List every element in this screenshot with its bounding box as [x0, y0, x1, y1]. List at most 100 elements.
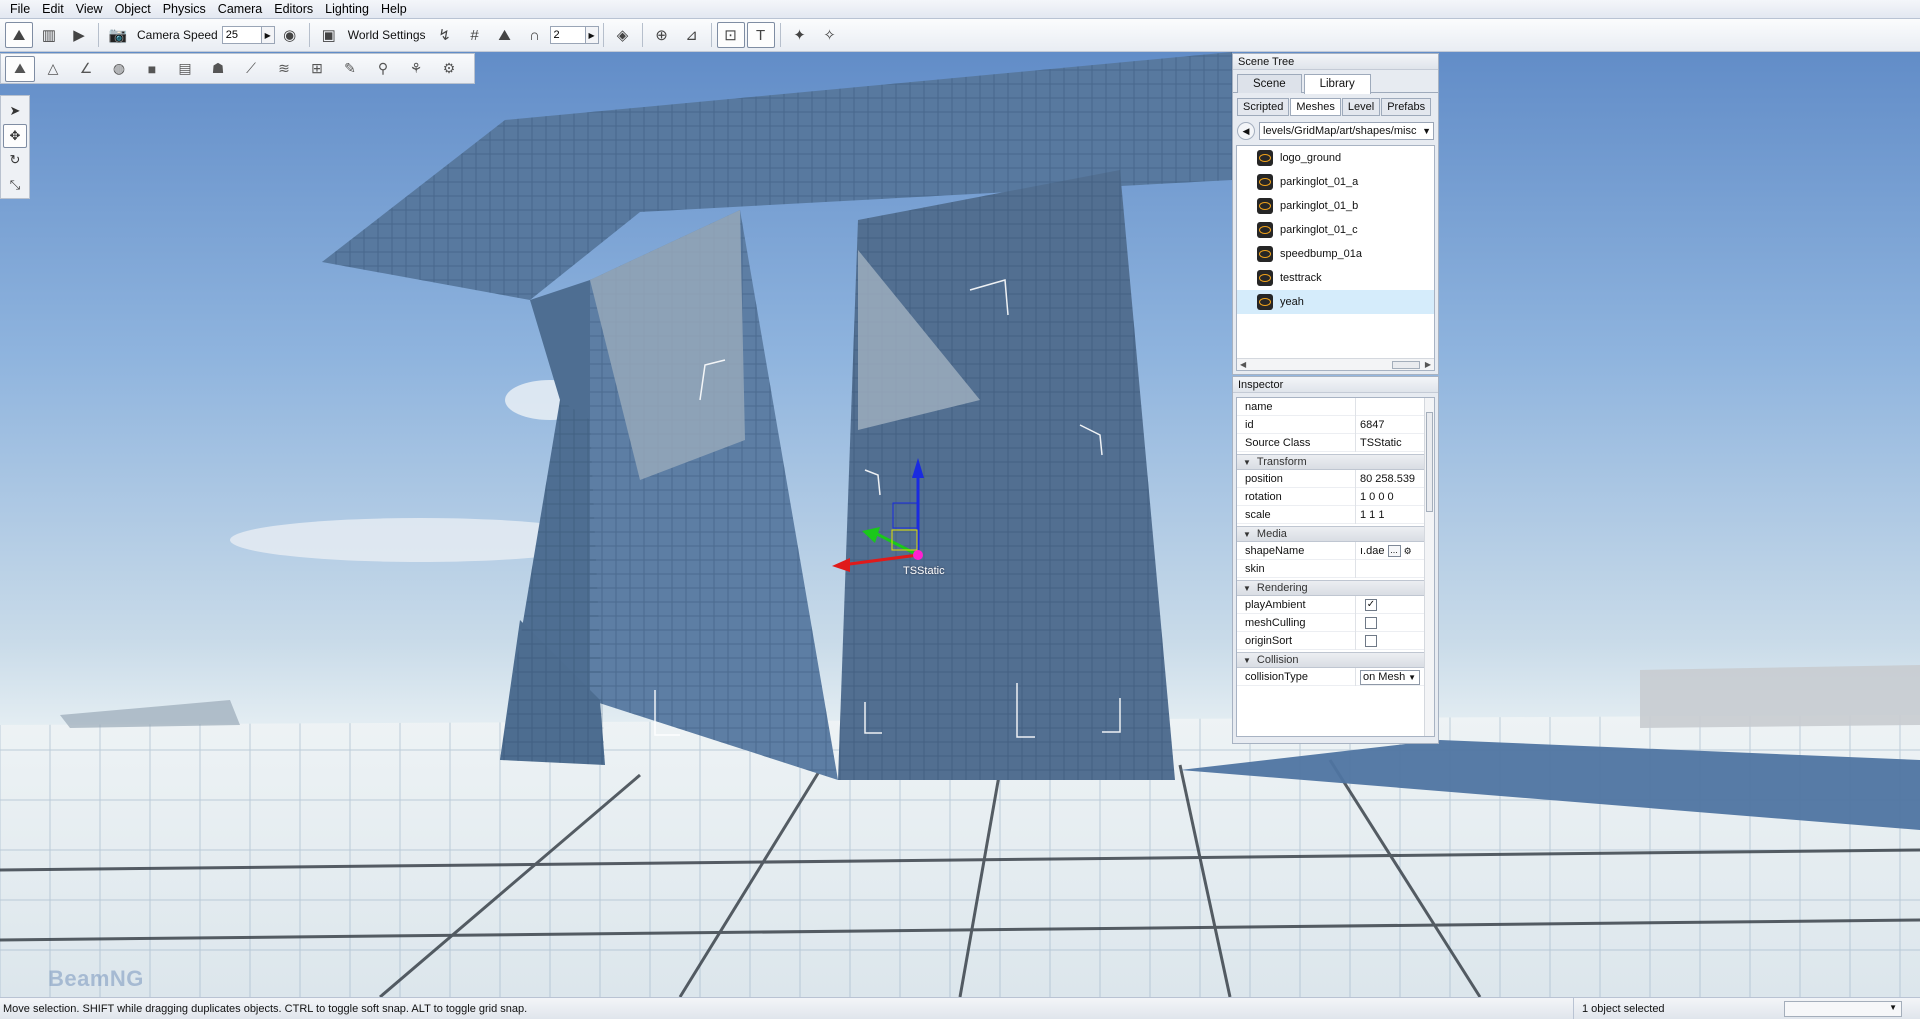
- terrain-snap-icon[interactable]: ⛰: [491, 22, 519, 48]
- chevron-down-icon[interactable]: ▼: [1422, 123, 1431, 139]
- field-position: position 80 258.539: [1237, 469, 1434, 488]
- camera-speed-spinner[interactable]: ▶: [261, 26, 275, 44]
- name-value[interactable]: [1356, 398, 1434, 416]
- text-icon[interactable]: T: [746, 22, 775, 48]
- grid-icon[interactable]: #: [461, 22, 489, 48]
- 3d-viewport[interactable]: TSStatic BeamNG: [0, 0, 1920, 1019]
- river-icon[interactable]: ☗: [203, 56, 233, 82]
- mesh-icon: [1257, 246, 1273, 262]
- inspector-scrollbar[interactable]: [1424, 398, 1434, 736]
- subtab-level[interactable]: Level: [1341, 98, 1381, 116]
- library-path-field[interactable]: levels/GridMap/art/shapes/misc ▼: [1259, 122, 1434, 140]
- subtab-scripted[interactable]: Scripted: [1237, 98, 1290, 116]
- list-item-label: parkinglot_01_c: [1280, 224, 1358, 236]
- camera-icon[interactable]: 📷: [104, 22, 132, 48]
- collision-type-select[interactable]: on Mesh ▼: [1360, 669, 1420, 685]
- new-level-icon[interactable]: ⛰: [5, 22, 33, 48]
- terrain-editor-icon[interactable]: △: [38, 56, 68, 82]
- shape-editor-icon[interactable]: ⚲: [368, 56, 398, 82]
- material-icon[interactable]: ▤: [170, 56, 200, 82]
- section-transform[interactable]: ▼ Transform: [1237, 454, 1434, 470]
- object-editor-icon[interactable]: ⛰: [5, 55, 35, 82]
- bird-icon[interactable]: ✧: [816, 22, 844, 48]
- world-settings-label[interactable]: World Settings: [348, 28, 426, 42]
- shape-name-value[interactable]: ı.dae: [1360, 545, 1384, 557]
- select-box-icon[interactable]: ⊡: [716, 22, 745, 48]
- status-dropdown[interactable]: ▼: [1784, 1000, 1902, 1017]
- toolbar-separator: [641, 23, 643, 47]
- menu-object[interactable]: Object: [109, 0, 157, 19]
- gizmo-icon[interactable]: ⊕: [648, 22, 676, 48]
- list-horizontal-scrollbar[interactable]: ◀ ▶: [1237, 358, 1434, 370]
- transform-tools: ➤ ✥ ↻ ⤡: [0, 95, 30, 199]
- navmesh-icon[interactable]: ⚘: [401, 56, 431, 82]
- road-icon[interactable]: ⟋: [236, 56, 266, 82]
- section-media[interactable]: ▼ Media: [1237, 526, 1434, 542]
- select-arrow-icon[interactable]: ➤: [3, 99, 27, 123]
- collapse-icon: ▼: [1243, 584, 1251, 593]
- particle-icon[interactable]: ⚙: [434, 56, 464, 82]
- list-item-selected[interactable]: yeah: [1237, 290, 1434, 314]
- tab-scene[interactable]: Scene: [1237, 74, 1302, 93]
- subtab-meshes[interactable]: Meshes: [1290, 98, 1341, 116]
- menu-view[interactable]: View: [70, 0, 109, 19]
- origin-sort-checkbox[interactable]: [1365, 634, 1377, 647]
- open-level-icon[interactable]: ▥: [35, 22, 63, 48]
- menu-help[interactable]: Help: [375, 0, 413, 19]
- browse-button[interactable]: ...: [1387, 544, 1401, 557]
- rotate-icon[interactable]: ↻: [3, 149, 27, 173]
- scroll-right-icon[interactable]: ▶: [1425, 359, 1431, 370]
- menu-physics[interactable]: Physics: [157, 0, 212, 19]
- camera-speed-input[interactable]: [221, 26, 262, 44]
- gear-icon[interactable]: ⚙: [1404, 546, 1412, 556]
- mesh-road-icon[interactable]: ≋: [269, 56, 299, 82]
- play-icon[interactable]: ▶: [65, 22, 93, 48]
- scale-icon[interactable]: ⤡: [3, 173, 27, 197]
- tab-library[interactable]: Library: [1303, 74, 1371, 94]
- list-item[interactable]: parkinglot_01_c: [1237, 218, 1434, 242]
- mesh-culling-checkbox[interactable]: [1365, 616, 1377, 629]
- chevron-down-icon: ▼: [1889, 1002, 1897, 1012]
- mesh-icon: [1257, 294, 1273, 310]
- subtab-prefabs[interactable]: Prefabs: [1381, 98, 1432, 116]
- fit-view-icon[interactable]: ▣: [315, 22, 343, 48]
- scroll-thumb[interactable]: [1392, 361, 1420, 369]
- list-item[interactable]: parkinglot_01_b: [1237, 194, 1434, 218]
- skin-value[interactable]: [1356, 560, 1434, 578]
- collapse-icon: ▼: [1243, 458, 1251, 467]
- back-icon[interactable]: ◀: [1237, 122, 1255, 140]
- object-icon[interactable]: ◈: [609, 22, 637, 48]
- grid-size-input[interactable]: [549, 26, 586, 44]
- scale-value[interactable]: 1 1 1: [1356, 506, 1434, 524]
- list-item[interactable]: speedbump_01a: [1237, 242, 1434, 266]
- library-pathbar: ◀ levels/GridMap/art/shapes/misc ▼: [1237, 121, 1434, 141]
- cube-icon[interactable]: ■: [137, 56, 167, 82]
- grid-size-spinner[interactable]: ▶: [585, 26, 599, 44]
- position-value[interactable]: 80 258.539: [1356, 470, 1434, 488]
- collapse-icon: ▼: [1243, 656, 1251, 665]
- forest-icon[interactable]: ✎: [335, 56, 365, 82]
- rotation-value[interactable]: 1 0 0 0: [1356, 488, 1434, 506]
- scroll-thumb[interactable]: [1426, 412, 1433, 512]
- vehicle-icon[interactable]: ✦: [786, 22, 814, 48]
- list-item[interactable]: logo_ground: [1237, 146, 1434, 170]
- play-ambient-checkbox[interactable]: ✓: [1365, 598, 1377, 611]
- section-rendering[interactable]: ▼ Rendering: [1237, 580, 1434, 596]
- eye-icon[interactable]: ◉: [276, 22, 304, 48]
- terrain-paint-icon[interactable]: ∠: [71, 56, 101, 82]
- section-collision[interactable]: ▼ Collision: [1237, 652, 1434, 668]
- list-item[interactable]: parkinglot_01_a: [1237, 170, 1434, 194]
- axis-icon[interactable]: ⊿: [678, 22, 706, 48]
- sphere-icon[interactable]: ◍: [104, 56, 134, 82]
- decal-icon[interactable]: ⊞: [302, 56, 332, 82]
- menu-camera[interactable]: Camera: [212, 0, 268, 19]
- menu-lighting[interactable]: Lighting: [319, 0, 375, 19]
- list-item[interactable]: testtrack: [1237, 266, 1434, 290]
- move-icon[interactable]: ✥: [3, 123, 27, 148]
- magnet-icon[interactable]: ∩: [521, 22, 549, 48]
- scroll-left-icon[interactable]: ◀: [1240, 359, 1246, 370]
- menu-editors[interactable]: Editors: [268, 0, 319, 19]
- menu-file[interactable]: File: [4, 0, 36, 19]
- snap-icon[interactable]: ↯: [431, 22, 459, 48]
- menu-edit[interactable]: Edit: [36, 0, 70, 19]
